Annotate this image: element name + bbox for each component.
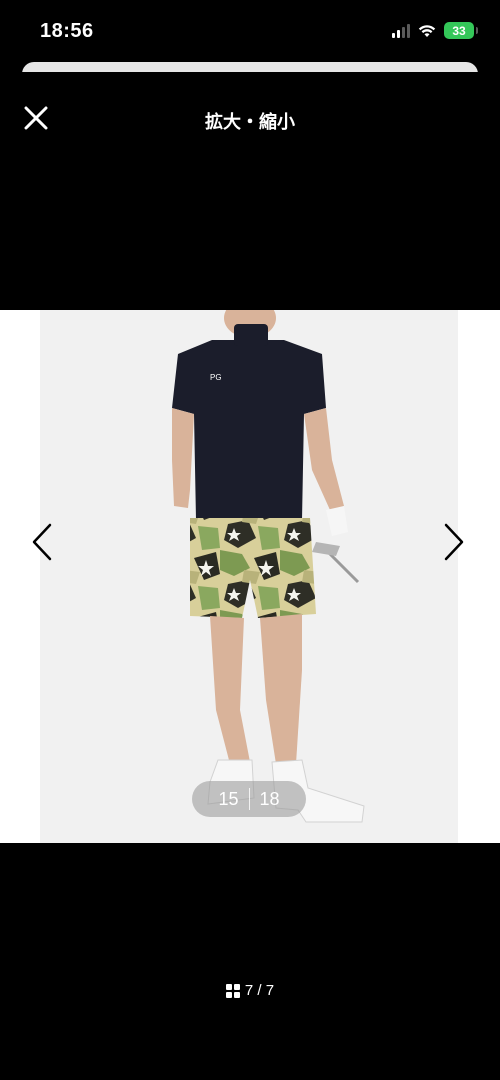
status-time: 18:56 (40, 20, 94, 42)
wifi-icon (418, 24, 436, 37)
svg-text:PG: PG (210, 373, 222, 382)
battery-charging-icon: 33 (444, 22, 478, 39)
page-indicator-text: 7 / 7 (244, 982, 275, 999)
image-margin-left (0, 310, 40, 843)
next-image-button[interactable] (442, 522, 466, 562)
chevron-left-icon (32, 523, 52, 561)
signal-icon (392, 23, 410, 38)
chevron-right-icon (444, 523, 464, 561)
previous-image-button[interactable] (30, 522, 54, 562)
image-margin-right (458, 310, 500, 843)
model-illustration: PG (40, 310, 458, 843)
battery-level: 33 (452, 23, 466, 38)
image-carousel[interactable]: PG 15 18 (0, 310, 500, 843)
sheet-top-edge (22, 62, 478, 80)
grid-icon (225, 983, 240, 998)
product-photo[interactable]: PG (40, 310, 458, 843)
counter-divider (248, 788, 250, 810)
image-counter: 15 18 (192, 781, 306, 817)
page-title: 拡大・縮小 (205, 112, 295, 132)
status-bar: 18:56 33 (0, 0, 500, 64)
page-indicator[interactable]: 7 / 7 (0, 982, 500, 999)
status-icons: 33 (392, 22, 478, 39)
image-counter-current: 15 (218, 788, 239, 809)
image-viewer-screen: 18:56 33 拡大・縮小 PG 15 18 7 / 7 (0, 0, 500, 1080)
image-counter-total: 18 (259, 788, 280, 809)
